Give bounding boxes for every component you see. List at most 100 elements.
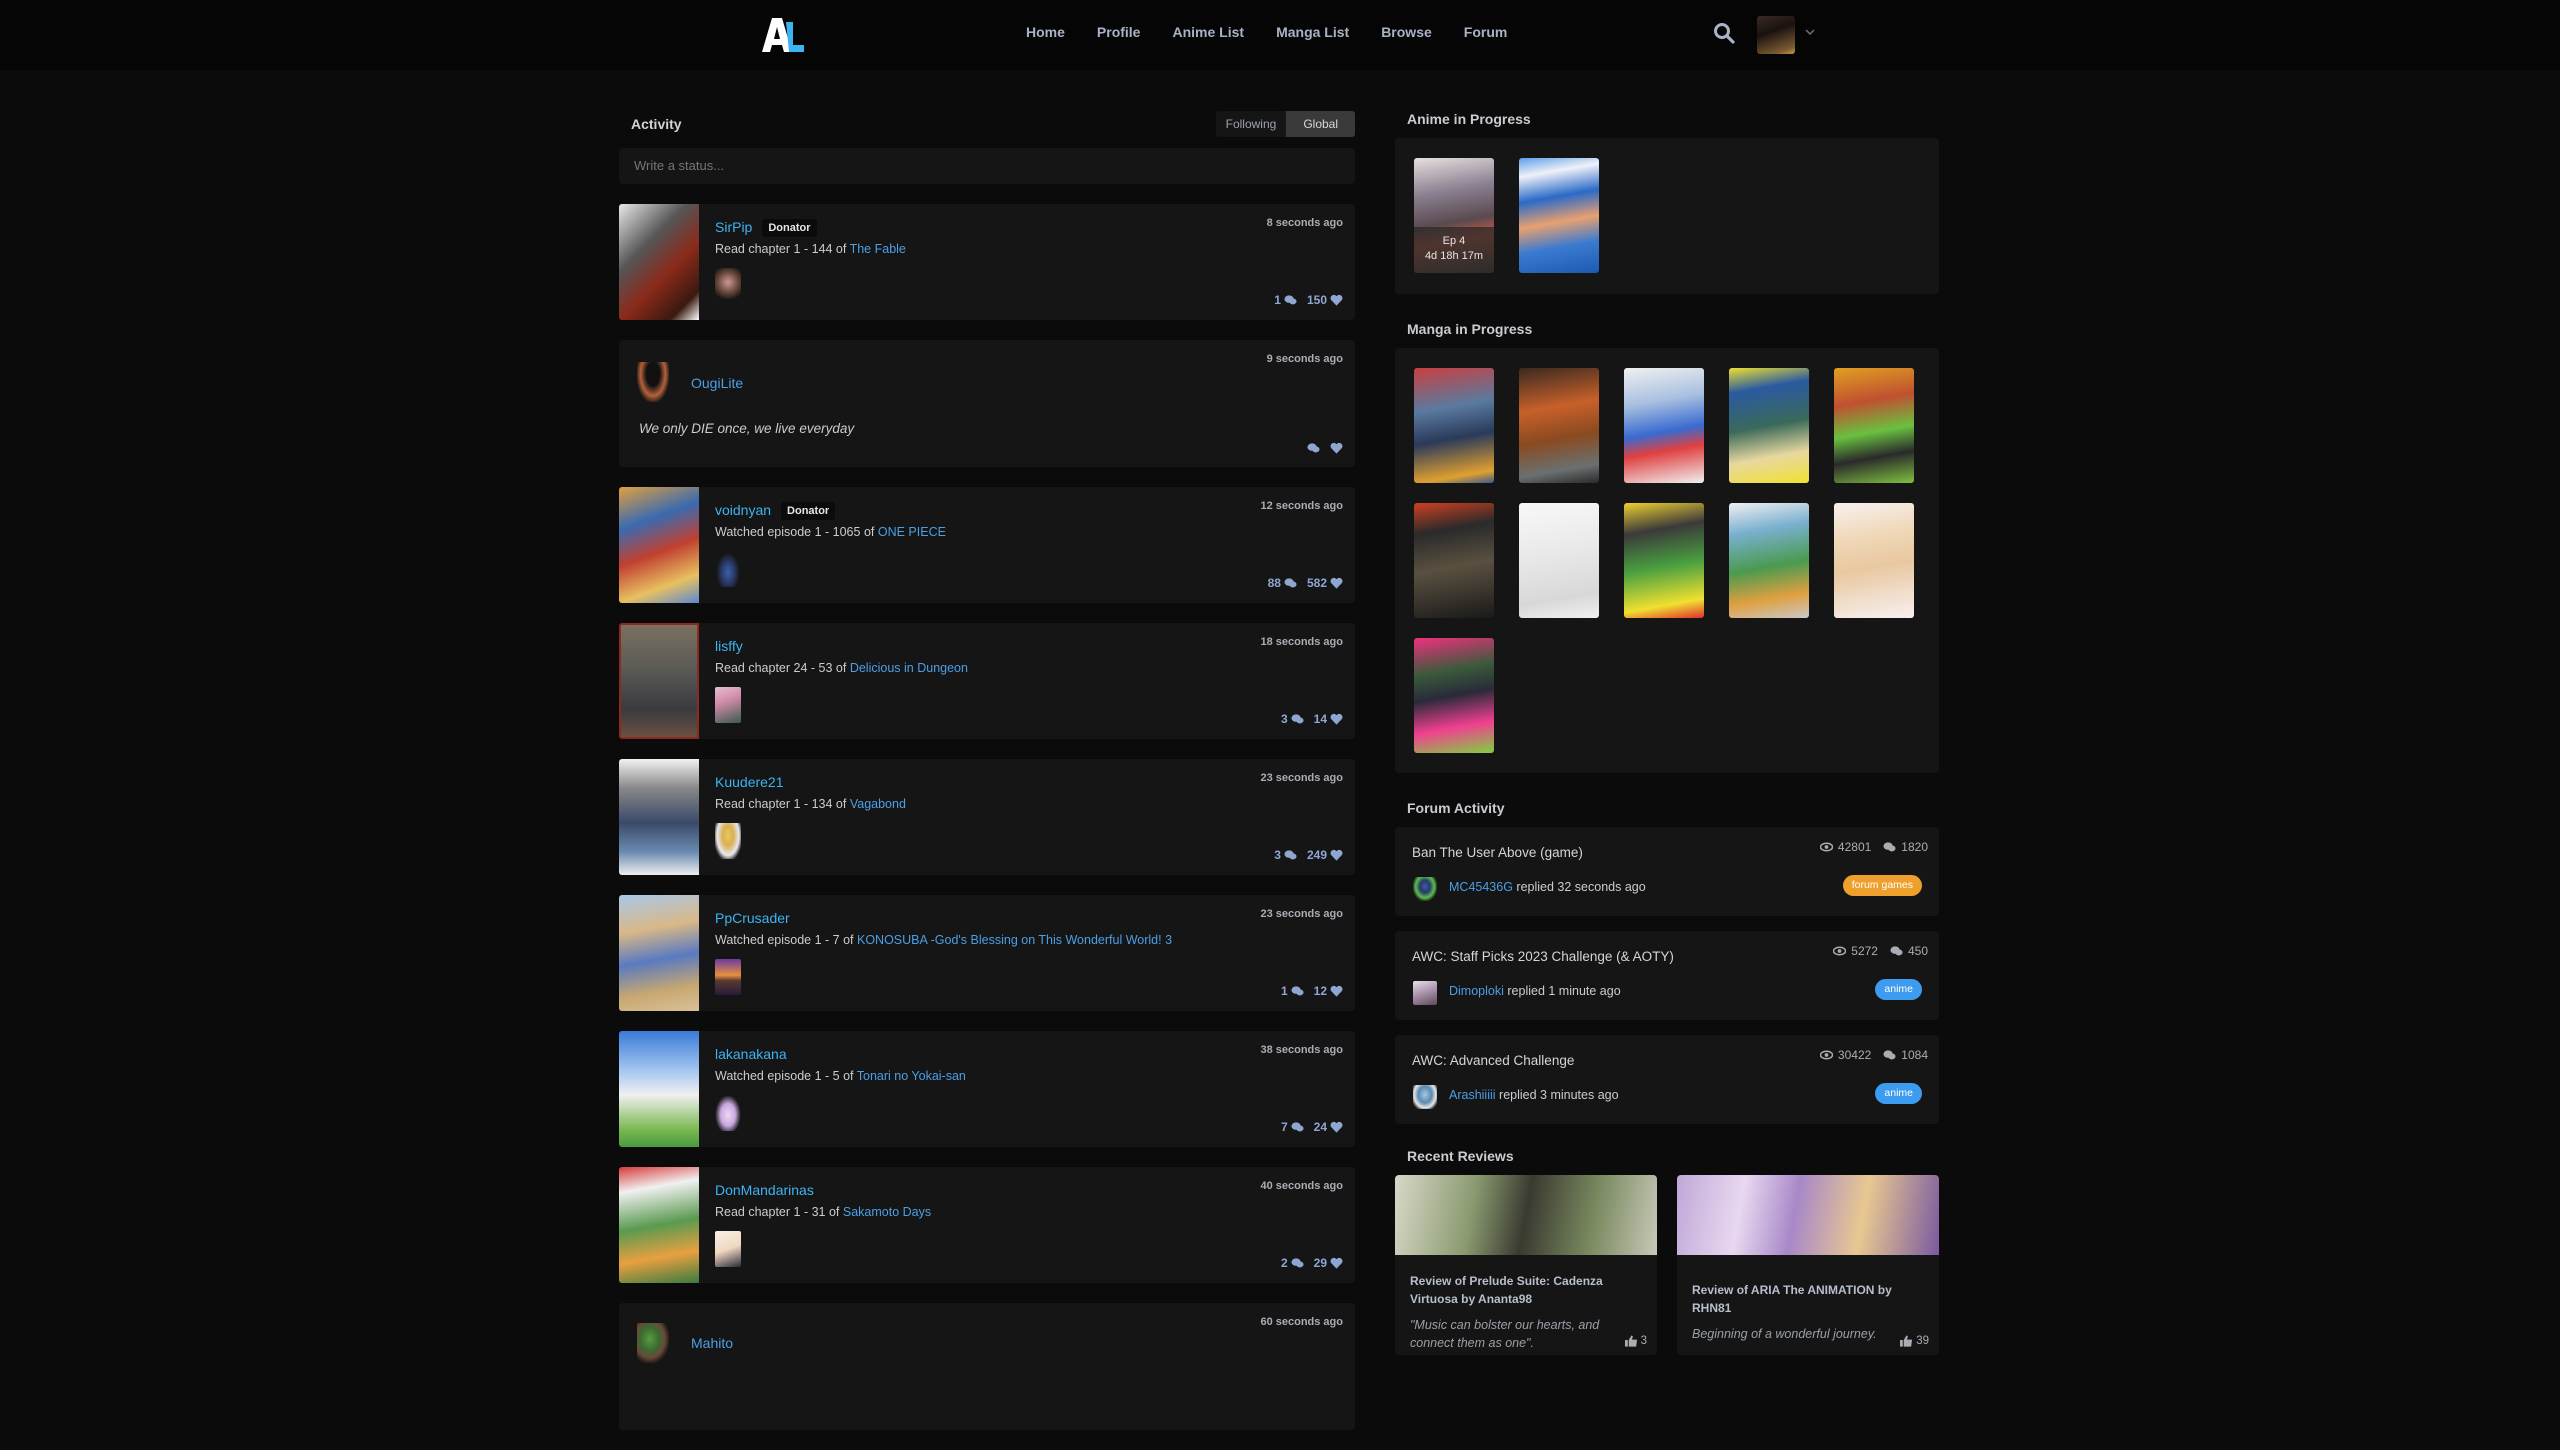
user-avatar[interactable] [1413,877,1437,901]
forum-thread[interactable]: Ban The User Above (game) 42801 1820 MC4… [1395,827,1939,916]
forum-thread[interactable]: AWC: Advanced Challenge 30422 1084 Arash… [1395,1035,1939,1124]
reply-button[interactable]: 2 [1281,1256,1304,1270]
like-button[interactable]: 582 [1307,576,1343,590]
user-avatar[interactable] [715,1095,741,1131]
manga-progress-card[interactable] [1729,368,1809,483]
manga-progress-card[interactable] [1834,503,1914,618]
user-avatar[interactable] [715,823,741,859]
reply-button[interactable] [1307,442,1320,454]
heart-icon [1330,577,1343,589]
media-link[interactable]: Delicious in Dungeon [850,661,968,675]
anime-progress-card[interactable]: Ep 4 4d 18h 17m [1414,158,1494,273]
chevron-down-icon[interactable] [1804,26,1816,38]
search-icon[interactable] [1712,21,1736,45]
activity-username[interactable]: Kuudere21 [715,774,784,790]
donator-badge: Donator [762,219,817,237]
reply-button[interactable]: 88 [1268,576,1297,590]
user-avatar[interactable] [637,1323,669,1363]
media-link[interactable]: ONE PIECE [878,525,946,539]
thread-category-tag[interactable]: forum games [1842,875,1922,896]
manga-progress-card[interactable] [1834,368,1914,483]
reply-button[interactable]: 3 [1281,712,1304,726]
review-title[interactable]: Review of ARIA The ANIMATION by RHN81 [1692,1281,1927,1317]
episode-label: Ep 4 [1442,235,1466,247]
manga-progress-card[interactable] [1519,503,1599,618]
review-card[interactable]: Review of Prelude Suite: Cadenza Virtuos… [1395,1175,1657,1355]
reply-username[interactable]: Arashiiiii [1449,1088,1496,1102]
manga-progress-card[interactable] [1414,638,1494,753]
toggle-following[interactable]: Following [1216,111,1287,137]
activity-username[interactable]: OugiLite [691,375,743,391]
reply-button[interactable]: 3 [1274,848,1297,862]
activity-username[interactable]: SirPip [715,219,752,235]
like-button[interactable]: 150 [1307,293,1343,307]
like-button[interactable]: 29 [1314,1256,1343,1270]
user-avatar[interactable] [715,1231,741,1267]
user-avatar[interactable] [637,362,669,402]
toggle-global[interactable]: Global [1286,111,1355,137]
activity-username[interactable]: lakanakana [715,1046,787,1062]
like-button[interactable] [1330,442,1343,454]
comments-icon [1291,1122,1304,1132]
reply-button[interactable]: 1 [1281,984,1304,998]
manga-progress-card[interactable] [1729,503,1809,618]
manga-progress-card[interactable] [1414,368,1494,483]
nav-anime-list[interactable]: Anime List [1172,22,1244,42]
nav-home[interactable]: Home [1026,22,1065,42]
like-button[interactable]: 14 [1314,712,1343,726]
media-link[interactable]: Vagabond [850,797,906,811]
media-link[interactable]: KONOSUBA -God's Blessing on This Wonderf… [857,933,1172,947]
manga-progress-card[interactable] [1414,503,1494,618]
user-avatar[interactable] [715,268,741,304]
manga-progress-card[interactable] [1624,368,1704,483]
activity-username[interactable]: Mahito [691,1335,733,1351]
media-cover[interactable] [619,1031,699,1147]
reply-button[interactable]: 7 [1281,1120,1304,1134]
user-avatar[interactable] [715,551,741,587]
media-link[interactable]: The Fable [850,242,906,256]
forum-thread[interactable]: AWC: Staff Picks 2023 Challenge (& AOTY)… [1395,931,1939,1020]
media-cover[interactable] [619,487,699,603]
like-button[interactable]: 12 [1314,984,1343,998]
manga-progress-card[interactable] [1519,368,1599,483]
review-card[interactable]: Review of ARIA The ANIMATION by RHN81 Be… [1677,1175,1939,1355]
media-cover[interactable] [619,759,699,875]
reply-button[interactable]: 1 [1274,293,1297,307]
anilist-logo[interactable] [762,18,804,52]
activity-header: Activity Following Global [619,100,1355,148]
like-button[interactable]: 249 [1307,848,1343,862]
review-title[interactable]: Review of Prelude Suite: Cadenza Virtuos… [1410,1272,1645,1308]
media-cover[interactable] [619,204,699,320]
anime-progress-card[interactable] [1519,158,1599,273]
reply-username[interactable]: MC45436G [1449,880,1513,894]
manga-progress-card[interactable] [1624,503,1704,618]
feed-toggle: Following Global [1215,111,1355,137]
reply-username[interactable]: Dimoploki [1449,984,1504,998]
user-avatar[interactable] [715,959,741,995]
activity-username[interactable]: PpCrusader [715,910,790,926]
thread-title[interactable]: Ban The User Above (game) [1412,845,1583,860]
user-avatar[interactable] [1757,16,1795,54]
media-cover[interactable] [619,1167,699,1283]
status-input[interactable] [619,148,1355,184]
thread-category-tag[interactable]: anime [1875,979,1922,1000]
like-button[interactable]: 24 [1314,1120,1343,1134]
activity-username[interactable]: DonMandarinas [715,1182,814,1198]
eye-icon [1833,946,1847,956]
nav-forum[interactable]: Forum [1464,22,1508,42]
nav-manga-list[interactable]: Manga List [1276,22,1349,42]
nav-profile[interactable]: Profile [1097,22,1141,42]
thread-title[interactable]: AWC: Staff Picks 2023 Challenge (& AOTY) [1412,949,1674,964]
activity-username[interactable]: lisffy [715,638,743,654]
thread-title[interactable]: AWC: Advanced Challenge [1412,1053,1574,1068]
nav-browse[interactable]: Browse [1381,22,1432,42]
media-link[interactable]: Tonari no Yokai-san [857,1069,966,1083]
media-cover[interactable] [619,623,699,739]
user-avatar[interactable] [715,687,741,723]
user-avatar[interactable] [1413,1085,1437,1109]
thread-category-tag[interactable]: anime [1875,1083,1922,1104]
user-avatar[interactable] [1413,981,1437,1005]
media-cover[interactable] [619,895,699,1011]
activity-username[interactable]: voidnyan [715,502,771,518]
media-link[interactable]: Sakamoto Days [843,1205,931,1219]
